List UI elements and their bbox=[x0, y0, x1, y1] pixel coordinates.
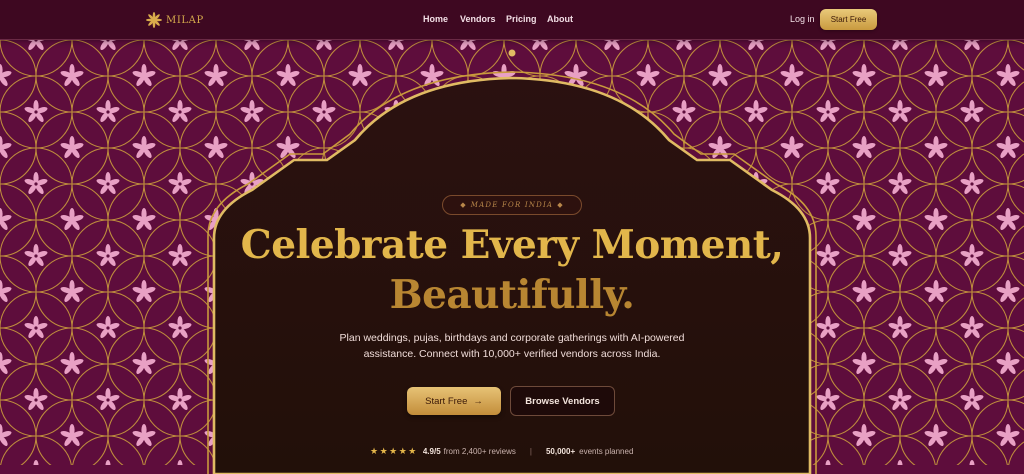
badge-label: MADE FOR INDIA bbox=[470, 201, 554, 209]
brand-name: MILAP bbox=[166, 14, 204, 26]
brand-logo[interactable]: MILAP bbox=[146, 10, 204, 30]
start-free-label: Start Free bbox=[425, 395, 468, 407]
rating-text: from 2,400+ reviews bbox=[443, 446, 516, 456]
events-value: 50,000+ bbox=[545, 446, 576, 456]
nav-start-free-button[interactable]: Start Free bbox=[820, 9, 877, 30]
hero-subtext: Plan weddings, pujas, birthdays and corp… bbox=[339, 332, 685, 360]
browse-vendors-button[interactable]: Browse Vendors bbox=[510, 386, 615, 416]
hero-headline-line1: Celebrate Every Moment, bbox=[240, 222, 784, 268]
events-text: events planned bbox=[579, 446, 634, 456]
sparkle-icon bbox=[146, 12, 162, 28]
hero-stats: ★★★★★ 4.9/5 from 2,400+ reviews | 50,000… bbox=[370, 445, 633, 457]
stats-separator: | bbox=[529, 446, 532, 456]
start-free-button[interactable]: Start Free → bbox=[407, 387, 501, 415]
hero-headline-line2: Beautifully. bbox=[389, 272, 635, 318]
made-for-india-badge: ◆ MADE FOR INDIA ◆ bbox=[442, 195, 582, 215]
diamond-icon: ◆ bbox=[557, 201, 564, 209]
star-rating-icon: ★★★★★ bbox=[370, 445, 418, 456]
diamond-icon: ◆ bbox=[460, 201, 467, 209]
hero-section: ◆ MADE FOR INDIA ◆ Celebrate Every Momen… bbox=[212, 0, 812, 465]
arrow-right-icon: → bbox=[473, 395, 483, 407]
rating-value: 4.9/5 bbox=[422, 446, 441, 456]
